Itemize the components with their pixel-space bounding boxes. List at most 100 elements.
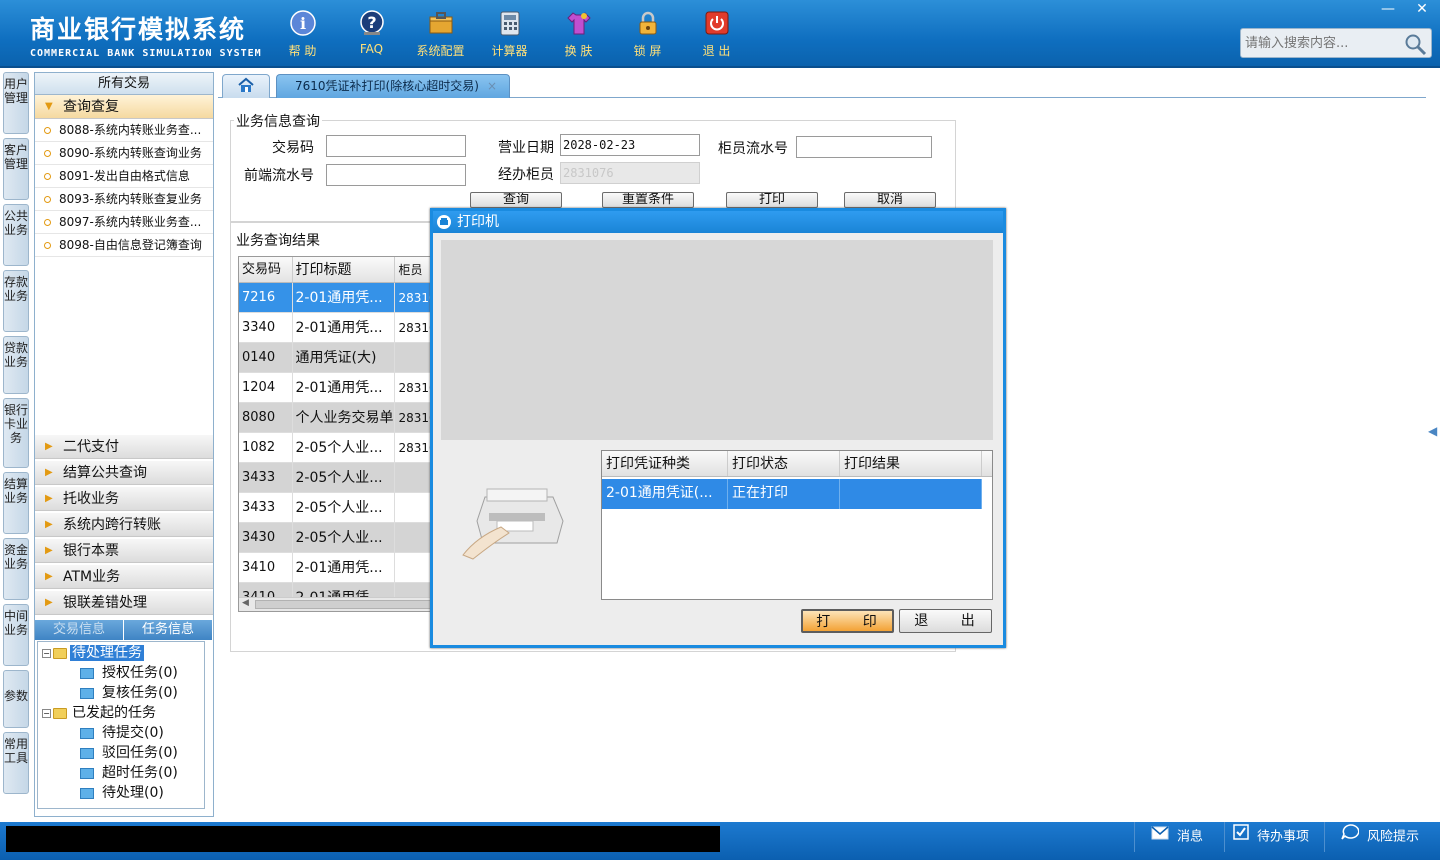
- cell-print-title: 2-01通用凭...: [293, 313, 396, 342]
- table-row[interactable]: 3433 2-05个人业...: [239, 463, 447, 493]
- sidebar-item-8088[interactable]: 8088-系统内转账业务查...: [35, 119, 213, 142]
- tree-node-auth[interactable]: 授权任务(0): [38, 663, 204, 683]
- vtab-parameters[interactable]: 参数: [3, 670, 29, 728]
- exit-button[interactable]: 退 出: [682, 8, 751, 59]
- search-input[interactable]: [1241, 29, 1401, 57]
- table-row[interactable]: 7216 2-01通用凭... 28310: [239, 283, 447, 313]
- info-icon: i: [288, 8, 318, 38]
- query-button[interactable]: 查询: [470, 192, 562, 208]
- vtab-common-tools[interactable]: 常用工具: [3, 732, 29, 794]
- scrollbar-thumb[interactable]: [255, 600, 435, 609]
- sidebar-item-8090[interactable]: 8090-系统内转账查询业务: [35, 142, 213, 165]
- shirt-icon: [564, 8, 594, 38]
- biz-date-field[interactable]: 2028-02-23: [560, 134, 700, 156]
- section-label: 系统内跨行转账: [63, 517, 161, 533]
- sidebar-item-8093[interactable]: 8093-系统内转账查复业务: [35, 188, 213, 211]
- dialog-exit-button[interactable]: 退 出: [899, 609, 992, 633]
- lock-screen-button[interactable]: 锁 屏: [613, 8, 682, 59]
- tree-node-to-submit[interactable]: 待提交(0): [38, 723, 204, 743]
- svg-text:i: i: [299, 14, 305, 33]
- search-icon[interactable]: [1403, 32, 1427, 60]
- column-header[interactable]: 交易码: [239, 257, 293, 282]
- vtab-funds[interactable]: 资金业务: [3, 538, 29, 600]
- vtab-customer-management[interactable]: 客户管理: [3, 138, 29, 200]
- table-row[interactable]: 3433 2-05个人业...: [239, 493, 447, 523]
- sidebar-item-8091[interactable]: 8091-发出自由格式信息: [35, 165, 213, 188]
- results-section-title: 业务查询结果: [234, 230, 322, 250]
- section-second-gen-payment[interactable]: ▶ 二代支付: [35, 435, 213, 459]
- todo-button[interactable]: 待办事项: [1224, 822, 1324, 852]
- risk-tips-label: 风险提示: [1367, 829, 1420, 845]
- column-header[interactable]: 打印状态: [728, 451, 840, 476]
- vtab-bank-card[interactable]: 银行卡业务: [3, 398, 29, 468]
- cancel-button[interactable]: 取消: [844, 192, 936, 208]
- sidebar-item-8097[interactable]: 8097-系统内转账业务查...: [35, 211, 213, 234]
- scroll-left-icon[interactable]: ◀: [242, 598, 249, 608]
- section-atm[interactable]: ▶ ATM业务: [35, 565, 213, 589]
- collapse-icon[interactable]: −: [42, 648, 51, 658]
- tree-node-initiated[interactable]: − 已发起的任务: [38, 703, 204, 723]
- print-button[interactable]: 打印: [726, 192, 818, 208]
- vtab-deposit[interactable]: 存款业务: [3, 270, 29, 332]
- section-bank-draft[interactable]: ▶ 银行本票: [35, 539, 213, 563]
- section-query-reply[interactable]: ▼ 查询查复: [35, 95, 213, 119]
- query-section-title: 业务信息查询: [234, 111, 322, 131]
- table-row[interactable]: 1204 2-01通用凭... 28310: [239, 373, 447, 403]
- system-config-button[interactable]: 系统配置: [406, 8, 475, 59]
- messages-button[interactable]: 消息: [1134, 822, 1224, 852]
- tab-home[interactable]: [222, 74, 270, 98]
- tree-node-rejected[interactable]: 驳回任务(0): [38, 743, 204, 763]
- close-icon[interactable]: ×: [487, 75, 497, 97]
- table-row[interactable]: 2-01通用凭证(... 正在打印: [602, 479, 982, 509]
- vtab-public-business[interactable]: 公共业务: [3, 204, 29, 266]
- dialog-print-button[interactable]: 打 印: [801, 609, 894, 633]
- results-grid: 交易码 打印标题 柜员 7216 2-01通用凭... 28310 3340 2-01…: [238, 256, 448, 612]
- chat-icon: [1341, 822, 1360, 852]
- tree-node-label: 授权任务(0): [102, 665, 178, 681]
- sidebar-item-8098[interactable]: 8098-自由信息登记簿查询: [35, 234, 213, 257]
- column-header[interactable]: 打印标题: [293, 257, 396, 282]
- tree-node-timeout[interactable]: 超时任务(0): [38, 763, 204, 783]
- table-row[interactable]: 1082 2-05个人业... 28310: [239, 433, 447, 463]
- cell-tx-code: 1204: [239, 373, 293, 402]
- risk-tips-button[interactable]: 风险提示: [1324, 822, 1434, 852]
- section-collection[interactable]: ▶ 托收业务: [35, 487, 213, 511]
- horizontal-scrollbar[interactable]: ◀: [239, 597, 447, 611]
- tree-node-todo[interactable]: 待处理(0): [38, 783, 204, 803]
- collapse-icon[interactable]: −: [42, 708, 51, 718]
- exit-label: 退 出: [702, 44, 731, 58]
- cell-voucher-type: 2-01通用凭证(...: [602, 479, 728, 509]
- minimize-button[interactable]: —: [1372, 0, 1404, 20]
- skin-button[interactable]: 换 肤: [544, 8, 613, 59]
- teller-serial-field[interactable]: [796, 136, 932, 158]
- operator-label: 经办柜员: [498, 167, 554, 183]
- tx-code-field[interactable]: [326, 135, 466, 157]
- front-serial-field[interactable]: [326, 164, 466, 186]
- vtab-user-management[interactable]: 用户管理: [3, 72, 29, 134]
- table-row[interactable]: 3430 2-05个人业...: [239, 523, 447, 553]
- faq-button[interactable]: ? FAQ: [337, 8, 406, 59]
- tree-node-pending[interactable]: − 待处理任务: [38, 643, 204, 663]
- close-window-button[interactable]: ✕: [1406, 0, 1438, 20]
- vtab-intermediary[interactable]: 中间业务: [3, 604, 29, 666]
- section-interbank-transfer[interactable]: ▶ 系统内跨行转账: [35, 513, 213, 537]
- calculator-button[interactable]: 计算器: [475, 8, 544, 59]
- help-button[interactable]: i 帮 助: [268, 8, 337, 59]
- tab-transaction-info[interactable]: 交易信息: [35, 620, 124, 640]
- table-row[interactable]: 3340 2-01通用凭... 28310: [239, 313, 447, 343]
- tree-node-review[interactable]: 复核任务(0): [38, 683, 204, 703]
- vtab-loan[interactable]: 贷款业务: [3, 336, 29, 394]
- app-title: 商业银行模拟系统: [30, 15, 247, 44]
- table-row[interactable]: 34102-01通用凭...: [239, 553, 447, 583]
- reset-button[interactable]: 重置条件: [602, 192, 694, 208]
- table-row[interactable]: 0140 通用凭证(大): [239, 343, 447, 373]
- column-header[interactable]: 打印凭证种类: [602, 451, 728, 476]
- vtab-settlement[interactable]: 结算业务: [3, 472, 29, 534]
- table-row[interactable]: 8080 个人业务交易单 28310: [239, 403, 447, 433]
- section-settlement-query[interactable]: ▶ 结算公共查询: [35, 461, 213, 485]
- tab-voucher-reprint[interactable]: 7610凭证补打印(除核心超时交易) ×: [276, 74, 510, 98]
- tab-task-info[interactable]: 任务信息: [124, 620, 213, 640]
- column-header[interactable]: 打印结果: [840, 451, 982, 476]
- collapse-panel-icon[interactable]: ◀: [1428, 424, 1438, 464]
- section-unionpay-error[interactable]: ▶ 银联差错处理: [35, 591, 213, 615]
